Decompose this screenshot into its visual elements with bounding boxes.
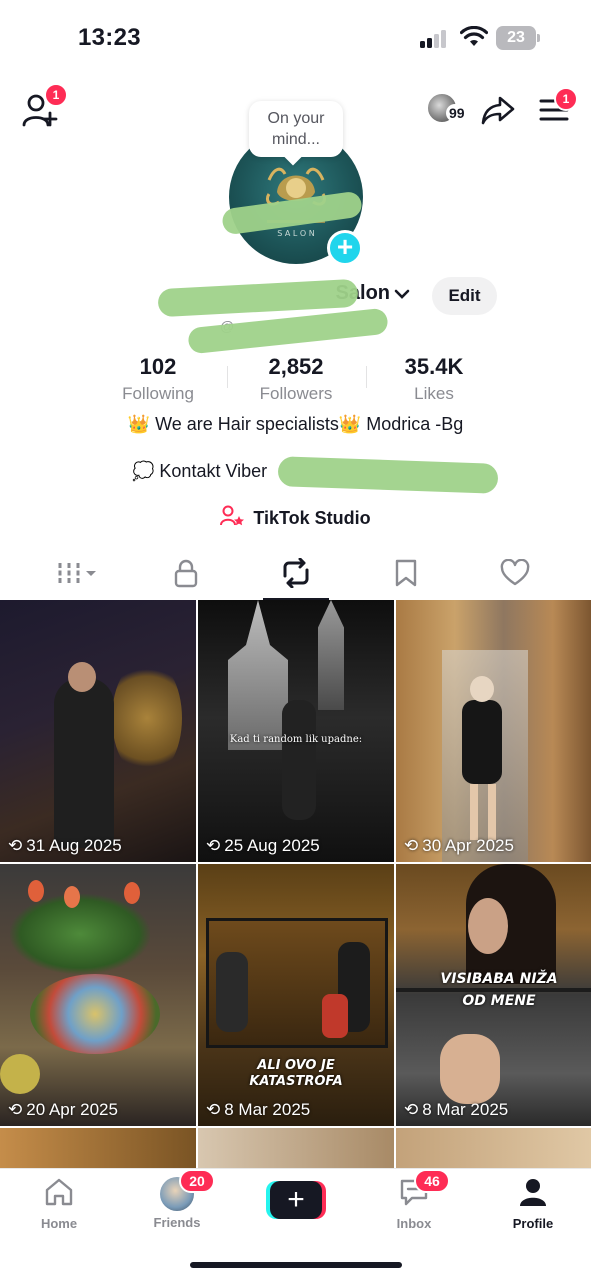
- nav-profile[interactable]: Profile: [483, 1177, 583, 1231]
- note-bubble-text: On your mind...: [267, 110, 325, 148]
- repost-small-icon: ⟲: [206, 836, 221, 855]
- studio-label: TikTok Studio: [253, 508, 371, 528]
- repost-small-icon: ⟲: [404, 836, 419, 855]
- lock-icon: [174, 559, 198, 588]
- following-label: Following: [122, 384, 194, 403]
- video-grid: ⟲ 31 Aug 2025 Kad ti random lik upadne: ⟲…: [0, 600, 591, 1168]
- video-date: ⟲ 8 Mar 2025: [404, 1100, 509, 1119]
- share-arrow-icon: [481, 96, 515, 125]
- home-icon: [45, 1178, 73, 1206]
- repost-small-icon: ⟲: [8, 836, 23, 855]
- video-thumbnail[interactable]: ⟲ 20 Apr 2025: [0, 864, 196, 1126]
- video-thumbnail[interactable]: [396, 1128, 591, 1168]
- friends-badge: 20: [179, 1169, 215, 1193]
- video-thumbnail[interactable]: ⟲ 31 Aug 2025: [0, 600, 196, 862]
- status-time: 13:23: [78, 24, 141, 51]
- tiktok-studio-link[interactable]: TikTok Studio: [0, 505, 591, 529]
- note-bubble[interactable]: On your mind...: [249, 101, 343, 166]
- followers-count: 2,852: [268, 354, 324, 379]
- profile-viewers-button[interactable]: 99: [426, 92, 474, 126]
- status-bar: 13:23 23: [0, 0, 591, 80]
- video-thumbnail[interactable]: ALI OVO JE KATASTROFA ⟲ 8 Mar 2025: [198, 864, 394, 1126]
- likes-label: Likes: [414, 384, 454, 403]
- stat-likes[interactable]: 35.4K Likes: [364, 354, 504, 404]
- battery-icon: 23: [496, 26, 540, 50]
- repost-small-icon: ⟲: [8, 1100, 23, 1119]
- svg-text:S A L O N: S A L O N: [277, 229, 314, 238]
- video-date: ⟲ 8 Mar 2025: [206, 1100, 311, 1119]
- viewers-count: 99: [446, 104, 468, 122]
- repost-small-icon: ⟲: [404, 1100, 419, 1119]
- video-caption: ALI OVO JE KATASTROFA: [249, 1058, 343, 1089]
- repost-icon: [283, 558, 309, 588]
- menu-badge: 1: [554, 87, 578, 111]
- redaction-mark: [187, 307, 389, 355]
- bookmark-icon: [395, 559, 417, 587]
- following-count: 102: [139, 354, 177, 379]
- nav-friends-label: Friends: [153, 1215, 201, 1230]
- followers-label: Followers: [259, 384, 333, 403]
- redaction-mark: [277, 456, 499, 494]
- cellular-signal-icon: [420, 30, 450, 48]
- battery-level: 23: [507, 29, 525, 46]
- nav-home-label: Home: [40, 1216, 78, 1231]
- inbox-badge: 46: [414, 1169, 450, 1193]
- heart-icon: [500, 559, 530, 586]
- video-date: ⟲ 30 Apr 2025: [404, 836, 514, 855]
- nav-inbox[interactable]: Inbox 46: [364, 1169, 464, 1231]
- tab-reposts[interactable]: [237, 546, 355, 600]
- chevron-down-icon: [394, 289, 410, 299]
- video-thumbnail[interactable]: [198, 1128, 394, 1168]
- share-profile-button[interactable]: [480, 92, 516, 128]
- video-thumbnail[interactable]: [0, 1128, 196, 1168]
- likes-count: 35.4K: [404, 354, 464, 379]
- edit-profile-button[interactable]: Edit: [432, 277, 497, 315]
- repost-small-icon: ⟲: [206, 1100, 221, 1119]
- home-indicator: [190, 1262, 402, 1268]
- video-thumbnail[interactable]: VISIBABA NIŽA OD MENE ⟲ 8 Mar 2025: [396, 864, 591, 1126]
- nav-home[interactable]: Home: [9, 1177, 109, 1231]
- video-date: ⟲ 20 Apr 2025: [8, 1100, 118, 1119]
- tab-private[interactable]: [127, 546, 245, 600]
- wifi-icon: [460, 26, 488, 46]
- nav-inbox-label: Inbox: [396, 1216, 432, 1231]
- bio-line-1: 👑 We are Hair specialists👑 Modrica -Bg: [127, 414, 464, 434]
- video-date: ⟲ 31 Aug 2025: [8, 836, 122, 855]
- video-thumbnail[interactable]: ⟲ 30 Apr 2025: [396, 600, 591, 862]
- stat-following[interactable]: 102 Following: [88, 354, 228, 404]
- add-friends-badge: 1: [44, 83, 68, 107]
- stat-followers[interactable]: 2,852 Followers: [226, 354, 366, 404]
- nav-friends[interactable]: Friends 20: [127, 1169, 227, 1230]
- studio-person-icon: [220, 505, 245, 526]
- video-thumbnail[interactable]: Kad ti random lik upadne: ⟲ 25 Aug 2025: [198, 600, 394, 862]
- add-story-button[interactable]: +: [327, 230, 363, 266]
- profile-tabs: [0, 546, 591, 600]
- nav-profile-label: Profile: [512, 1216, 554, 1231]
- grid-videos-icon: [58, 563, 96, 583]
- video-date: ⟲ 25 Aug 2025: [206, 836, 320, 855]
- plus-icon: +: [270, 1181, 322, 1219]
- create-button[interactable]: +: [266, 1181, 326, 1219]
- video-caption: VISIBABA NIŽA OD MENE: [440, 971, 558, 1009]
- tab-videos[interactable]: [18, 546, 136, 600]
- video-caption: Kad ti random lik upadne:: [229, 734, 363, 745]
- tab-liked[interactable]: [456, 546, 574, 600]
- profile-person-icon: [520, 1179, 546, 1206]
- tab-favorites[interactable]: [347, 546, 465, 600]
